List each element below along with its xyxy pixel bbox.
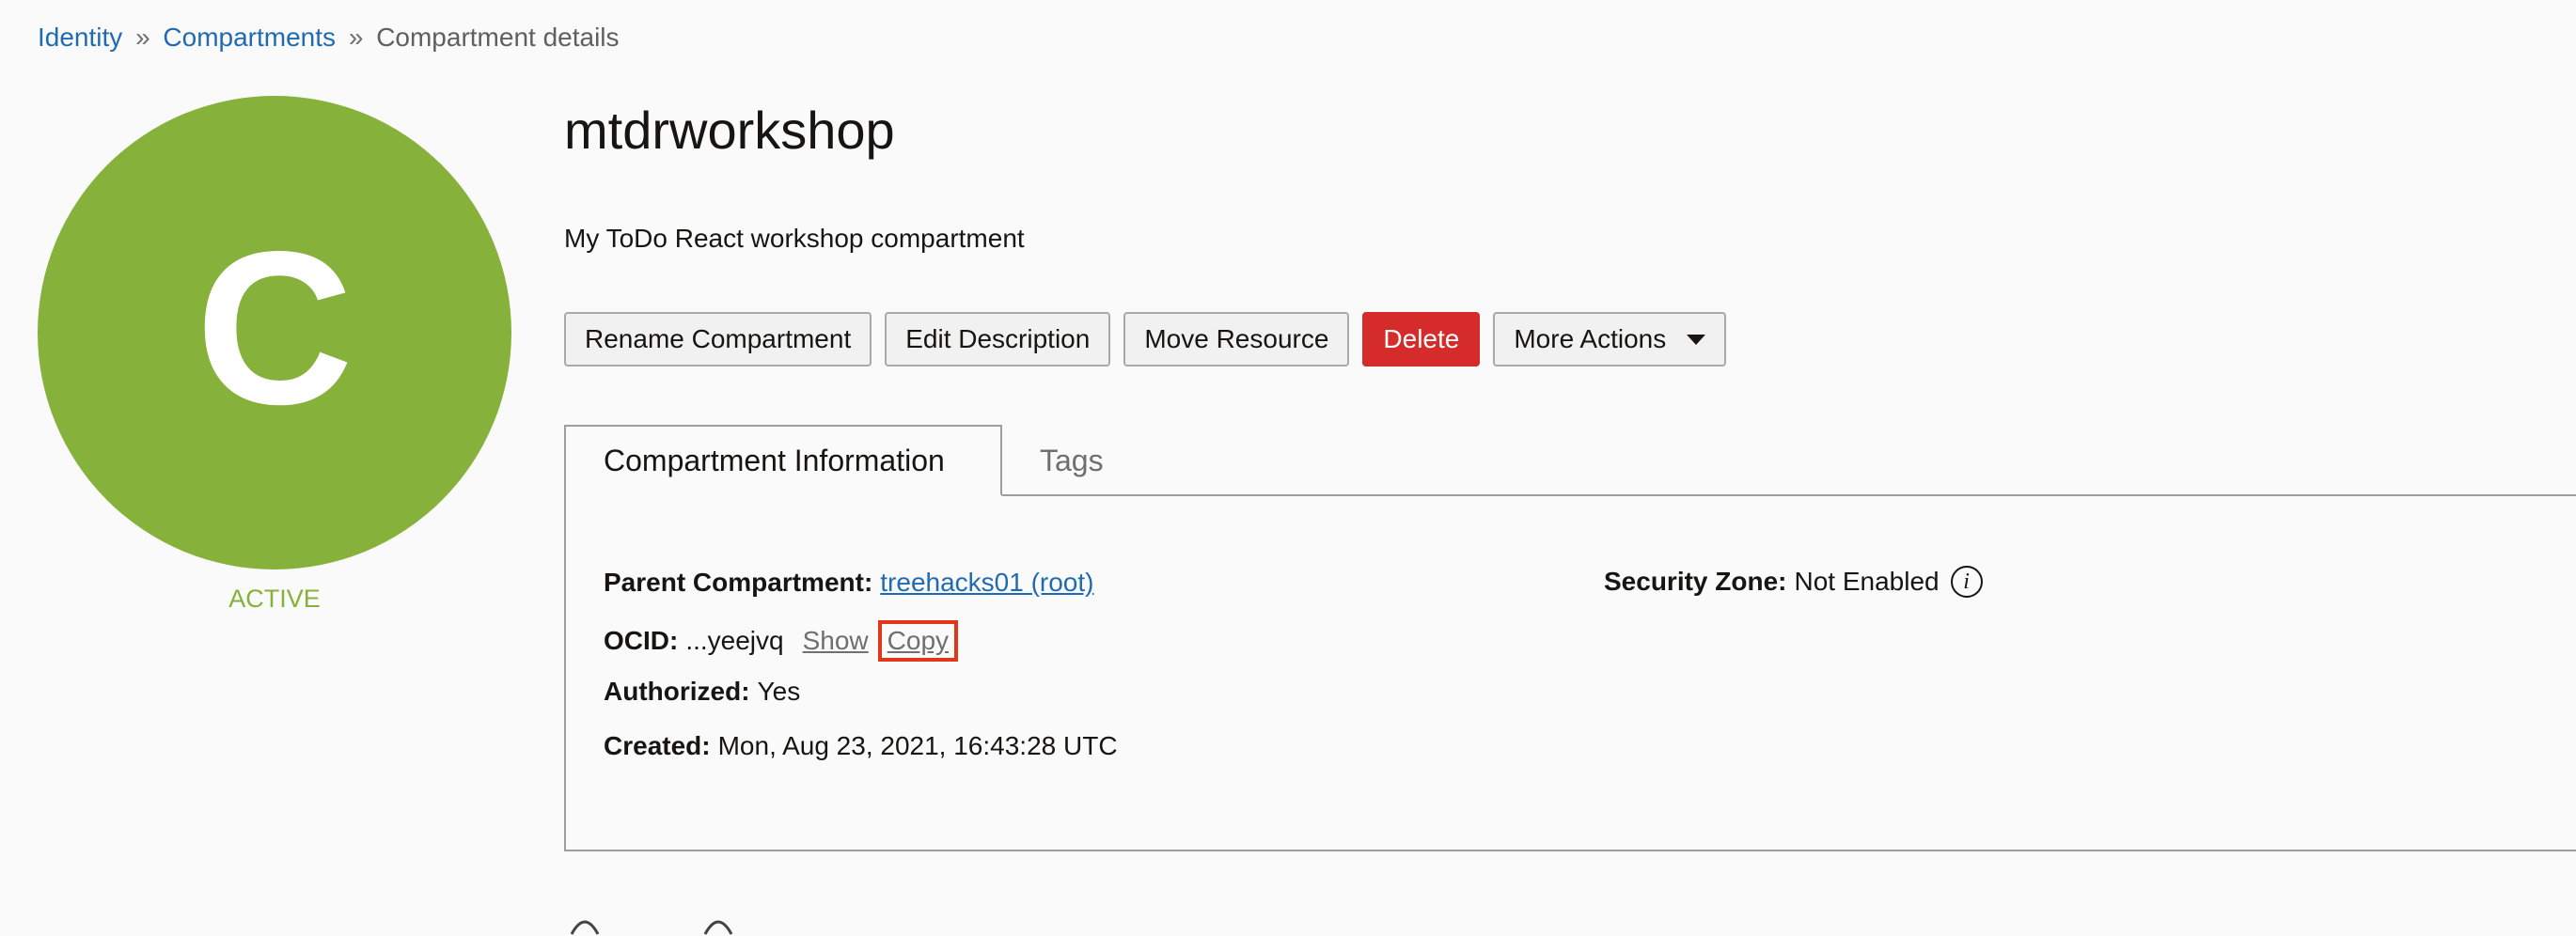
move-resource-button[interactable]: Move Resource (1123, 312, 1350, 367)
ocid-label: OCID: (604, 626, 679, 655)
rename-compartment-button[interactable]: Rename Compartment (564, 312, 872, 367)
more-actions-label: More Actions (1514, 324, 1667, 353)
breadcrumb-compartments[interactable]: Compartments (163, 23, 336, 52)
parent-compartment-label: Parent Compartment: (604, 568, 873, 597)
ocid-value: ...yeejvq (685, 626, 784, 655)
breadcrumb-separator: » (348, 23, 364, 52)
security-zone-row: Security Zone: Not Enabled i (1604, 566, 1983, 598)
created-row: Created: Mon, Aug 23, 2021, 16:43:28 UTC (604, 731, 1118, 761)
tab-bar: Compartment Information Tags (564, 425, 2576, 496)
compartment-description: My ToDo React workshop compartment (564, 224, 1025, 253)
authorized-label: Authorized: (604, 677, 750, 706)
compartment-info-panel: Parent Compartment: treehacks01 (root) O… (564, 494, 2576, 851)
compartment-avatar: C (38, 96, 511, 569)
page-title: mtdrworkshop (564, 101, 895, 160)
ocid-copy-highlight: Copy (877, 620, 959, 662)
more-actions-button[interactable]: More Actions (1493, 312, 1727, 367)
parent-compartment-row: Parent Compartment: treehacks01 (root) (604, 568, 1093, 598)
info-icon[interactable]: i (1950, 566, 1983, 598)
ocid-row: OCID: ...yeejvq Show Copy (604, 620, 959, 662)
action-bar: Rename Compartment Edit Description Move… (564, 312, 1727, 367)
created-value: Mon, Aug 23, 2021, 16:43:28 UTC (717, 731, 1118, 760)
ocid-copy-link[interactable]: Copy (887, 626, 949, 655)
security-zone-label: Security Zone: (1604, 567, 1787, 596)
partial-glyph (703, 920, 733, 935)
breadcrumb: Identity » Compartments » Compartment de… (38, 23, 620, 53)
security-zone-value: Not Enabled (1794, 567, 1940, 596)
tab-compartment-information[interactable]: Compartment Information (564, 425, 1002, 496)
ocid-show-link[interactable]: Show (803, 626, 869, 656)
edit-description-button[interactable]: Edit Description (885, 312, 1111, 367)
created-label: Created: (604, 731, 711, 760)
authorized-value: Yes (757, 677, 801, 706)
breadcrumb-current: Compartment details (376, 23, 620, 52)
status-label: ACTIVE (228, 585, 321, 613)
partial-glyph (570, 920, 600, 935)
authorized-row: Authorized: Yes (604, 677, 800, 707)
parent-compartment-link[interactable]: treehacks01 (root) (880, 568, 1093, 598)
chevron-down-icon (1687, 334, 1706, 345)
breadcrumb-separator: » (135, 23, 150, 52)
partial-heading-glyphs (570, 920, 733, 935)
tab-tags[interactable]: Tags (1040, 425, 1104, 496)
avatar-letter: C (196, 207, 353, 450)
delete-button[interactable]: Delete (1362, 312, 1481, 367)
breadcrumb-identity[interactable]: Identity (38, 23, 122, 52)
